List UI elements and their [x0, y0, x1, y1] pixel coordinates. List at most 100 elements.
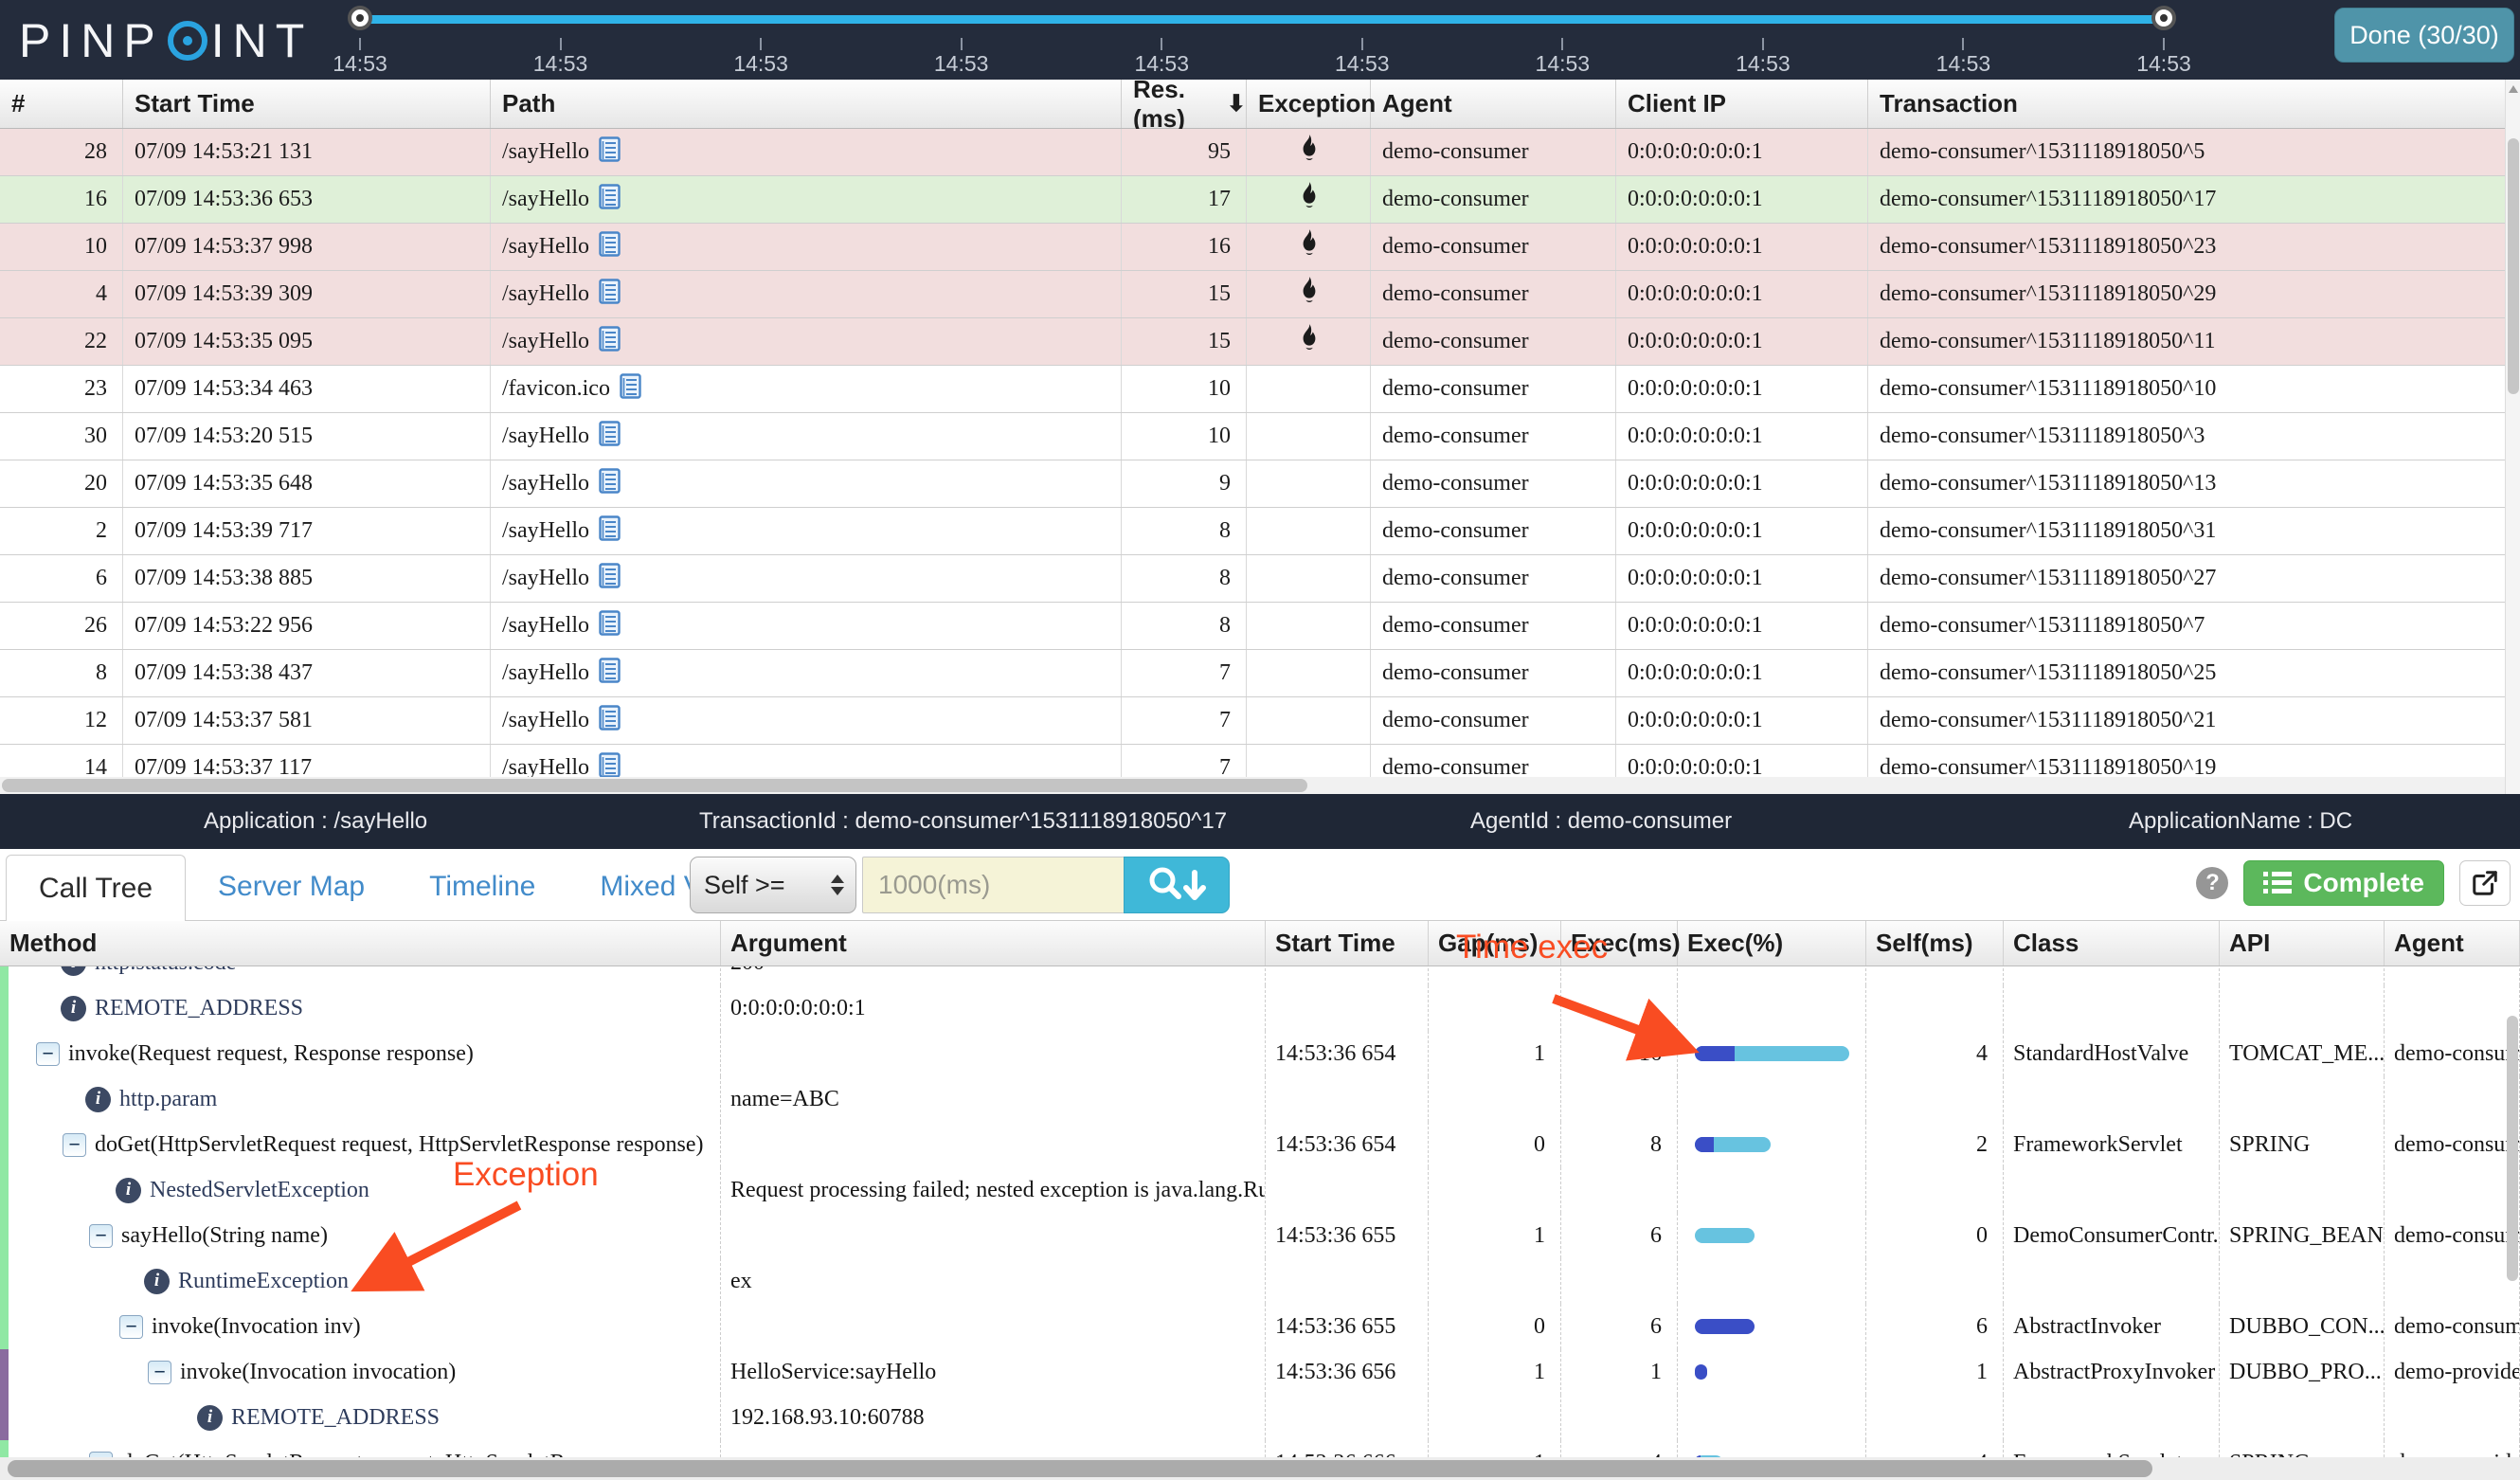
ct-col-argument[interactable]: Argument — [721, 921, 1266, 966]
tx-cell-path: /sayHello — [491, 745, 1122, 777]
ct-col-selfms[interactable]: Self(ms) — [1866, 921, 2004, 966]
transaction-row[interactable]: 20 07/09 14:53:35 648/sayHello 9 demo-consu… — [0, 460, 2520, 508]
call-tree-row[interactable]: i RuntimeException ex — [0, 1258, 2520, 1304]
call-tree-row[interactable]: − invoke(Request request, Response respon… — [0, 1031, 2520, 1076]
path-detail-icon[interactable] — [599, 657, 621, 690]
ct-col-agent[interactable]: Agent — [2385, 921, 2520, 966]
transaction-row[interactable]: 12 07/09 14:53:37 581/sayHello 7 demo-consu… — [0, 697, 2520, 745]
tx-col-path[interactable]: Path — [491, 80, 1122, 128]
filter-search-button[interactable] — [1124, 857, 1230, 913]
help-icon[interactable]: ? — [2196, 867, 2229, 899]
transaction-vscroll-thumb[interactable] — [2508, 138, 2519, 394]
scroll-up-icon[interactable] — [2509, 85, 2518, 93]
ct-col-starttime[interactable]: Start Time — [1266, 921, 1429, 966]
ct-col-gapms[interactable]: Gap(ms) — [1429, 921, 1561, 966]
complete-button[interactable]: Complete — [2243, 860, 2444, 906]
transaction-hscrollbar[interactable] — [0, 777, 2520, 794]
call-tree-row[interactable]: i REMOTE_ADDRESS 0:0:0:0:0:0:0:1 — [0, 985, 2520, 1031]
transaction-row[interactable]: 16 07/09 14:53:36 653/sayHello 17 demo-cons… — [0, 176, 2520, 224]
collapse-node-icon[interactable]: − — [148, 1360, 171, 1384]
tx-col-transaction[interactable]: Transaction — [1868, 80, 2520, 128]
timeline-handle-right[interactable] — [2151, 6, 2176, 30]
ct-col-api[interactable]: API — [2220, 921, 2385, 966]
path-detail-icon[interactable] — [599, 183, 621, 216]
tx-cell-clientip: 0:0:0:0:0:0:0:1 — [1616, 129, 1868, 175]
pinpoint-transaction-view: PINP INT 14:53 14:53 14:53 14:53 14:53 14:53 1… — [0, 0, 2520, 1480]
share-export-icon — [2473, 871, 2497, 895]
tx-col-resms[interactable]: Res. (ms) ⬇ — [1122, 75, 1247, 133]
path-detail-icon[interactable] — [599, 467, 621, 500]
ct-col-class[interactable]: Class — [2004, 921, 2220, 966]
tick-label: 14:53 — [733, 51, 788, 76]
call-tree-row[interactable]: − sayHello(String name) 14:53:36 655 1 6 0 Dem… — [0, 1213, 2520, 1258]
ct-col-execms[interactable]: Exec(ms) — [1561, 921, 1681, 966]
transaction-hscroll-thumb[interactable] — [2, 779, 1307, 792]
path-detail-icon[interactable] — [599, 278, 621, 311]
tx-cell-exc — [1247, 508, 1371, 554]
timeline-track[interactable] — [360, 15, 2164, 24]
path-detail-icon[interactable] — [620, 372, 641, 406]
timeline-handle-left[interactable] — [348, 6, 372, 30]
path-detail-icon[interactable] — [599, 135, 621, 169]
transaction-row[interactable]: 23 07/09 14:53:34 463/favicon.ico 10 demo-c… — [0, 366, 2520, 413]
calltree-hscrollbar[interactable] — [0, 1457, 2520, 1480]
call-tree-row[interactable]: i REMOTE_ADDRESS 192.168.93.10:60788 — [0, 1395, 2520, 1440]
call-tree-row[interactable]: i http.status.code 200 — [0, 966, 2520, 985]
ct-col-method[interactable]: Method — [0, 921, 721, 966]
timeline-slider[interactable]: 14:53 14:53 14:53 14:53 14:53 14:53 14:53 14:53… — [333, 0, 2191, 80]
tx-col-agent[interactable]: Agent — [1371, 80, 1616, 128]
transaction-row[interactable]: 28 07/09 14:53:21 131/sayHello 95 demo-cons… — [0, 129, 2520, 176]
call-tree-row[interactable]: −doGet(HttpServletRequest request, HttpS… — [0, 1440, 2520, 1457]
transaction-row[interactable]: 8 07/09 14:53:38 437/sayHello 7 demo-consum… — [0, 650, 2520, 697]
call-tree-row[interactable]: − invoke(Invocation invocation) HelloServi… — [0, 1349, 2520, 1395]
done-button[interactable]: Done (30/30) — [2334, 8, 2514, 63]
tx-col-exception[interactable]: Exception — [1247, 80, 1376, 128]
tx-cell-transaction: demo-consumer^1531118918050^5 — [1868, 129, 2520, 175]
tx-cell-clientip: 0:0:0:0:0:0:0:1 — [1616, 318, 1868, 365]
collapse-node-icon[interactable]: − — [119, 1314, 143, 1339]
path-detail-icon[interactable] — [599, 325, 621, 358]
path-detail-icon[interactable] — [599, 751, 621, 777]
path-detail-icon[interactable] — [599, 609, 621, 642]
transaction-row[interactable]: 30 07/09 14:53:20 515/sayHello 10 demo-cons… — [0, 413, 2520, 460]
transaction-row[interactable]: 10 07/09 14:53:37 998/sayHello 16 demo-cons… — [0, 224, 2520, 271]
tx-col-[interactable]: # — [0, 80, 123, 128]
call-tree-row[interactable]: i NestedServletException Request processin… — [0, 1167, 2520, 1213]
info-icon: i — [61, 995, 86, 1021]
filter-ms-input[interactable] — [862, 857, 1124, 913]
collapse-node-icon[interactable]: − — [63, 1132, 86, 1157]
transaction-row[interactable]: 26 07/09 14:53:22 956/sayHello 8 demo-consu… — [0, 603, 2520, 650]
tx-cell-start: 07/09 14:53:22 956 — [123, 603, 491, 649]
filter-operator-select[interactable]: Self >= — [690, 857, 856, 913]
tx-cell-agent: demo-consumer — [1371, 745, 1616, 777]
transaction-row[interactable]: 6 07/09 14:53:38 885/sayHello 8 demo-consum… — [0, 555, 2520, 603]
calltree-vscroll-thumb[interactable] — [2507, 1016, 2518, 1281]
ct-cell-argument: HelloService:sayHello — [721, 1349, 1266, 1395]
path-detail-icon[interactable] — [599, 230, 621, 263]
tx-cell-res: 15 — [1122, 318, 1247, 365]
path-detail-icon[interactable] — [599, 704, 621, 737]
tab-server-map[interactable]: Server Map — [186, 854, 397, 920]
tab-call-tree[interactable]: Call Tree — [6, 855, 187, 921]
tab-timeline[interactable]: Timeline — [397, 854, 567, 920]
export-button[interactable] — [2459, 860, 2511, 906]
app-logo[interactable]: PINP INT — [19, 13, 313, 68]
calltree-hscroll-thumb[interactable] — [8, 1460, 2152, 1477]
call-tree-row[interactable]: − invoke(Invocation inv) 14:53:36 655 0 6 6 Ab… — [0, 1304, 2520, 1349]
path-detail-icon[interactable] — [599, 420, 621, 453]
collapse-node-icon[interactable]: − — [89, 1223, 113, 1248]
transaction-row[interactable]: 22 07/09 14:53:35 095/sayHello 15 demo-cons… — [0, 318, 2520, 366]
path-detail-icon[interactable] — [599, 514, 621, 548]
transaction-row[interactable]: 14 07/09 14:53:37 117/sayHello 7 demo-consu… — [0, 745, 2520, 777]
ct-col-exec[interactable]: Exec(%) — [1678, 921, 1866, 966]
tx-col-clientip[interactable]: Client IP — [1616, 80, 1868, 128]
collapse-node-icon[interactable]: − — [36, 1041, 60, 1066]
top-bar: PINP INT 14:53 14:53 14:53 14:53 14:53 14:53 1… — [0, 0, 2520, 80]
call-tree-row[interactable]: −doGet(HttpServletRequest request, HttpS… — [0, 1122, 2520, 1167]
transaction-row[interactable]: 2 07/09 14:53:39 717/sayHello 8 demo-consum… — [0, 508, 2520, 555]
transaction-vscrollbar[interactable] — [2505, 80, 2520, 794]
path-detail-icon[interactable] — [599, 562, 621, 595]
tx-col-starttime[interactable]: Start Time — [123, 80, 491, 128]
call-tree-row[interactable]: i http.param name=ABC — [0, 1076, 2520, 1122]
transaction-row[interactable]: 4 07/09 14:53:39 309/sayHello 15 demo-consu… — [0, 271, 2520, 318]
